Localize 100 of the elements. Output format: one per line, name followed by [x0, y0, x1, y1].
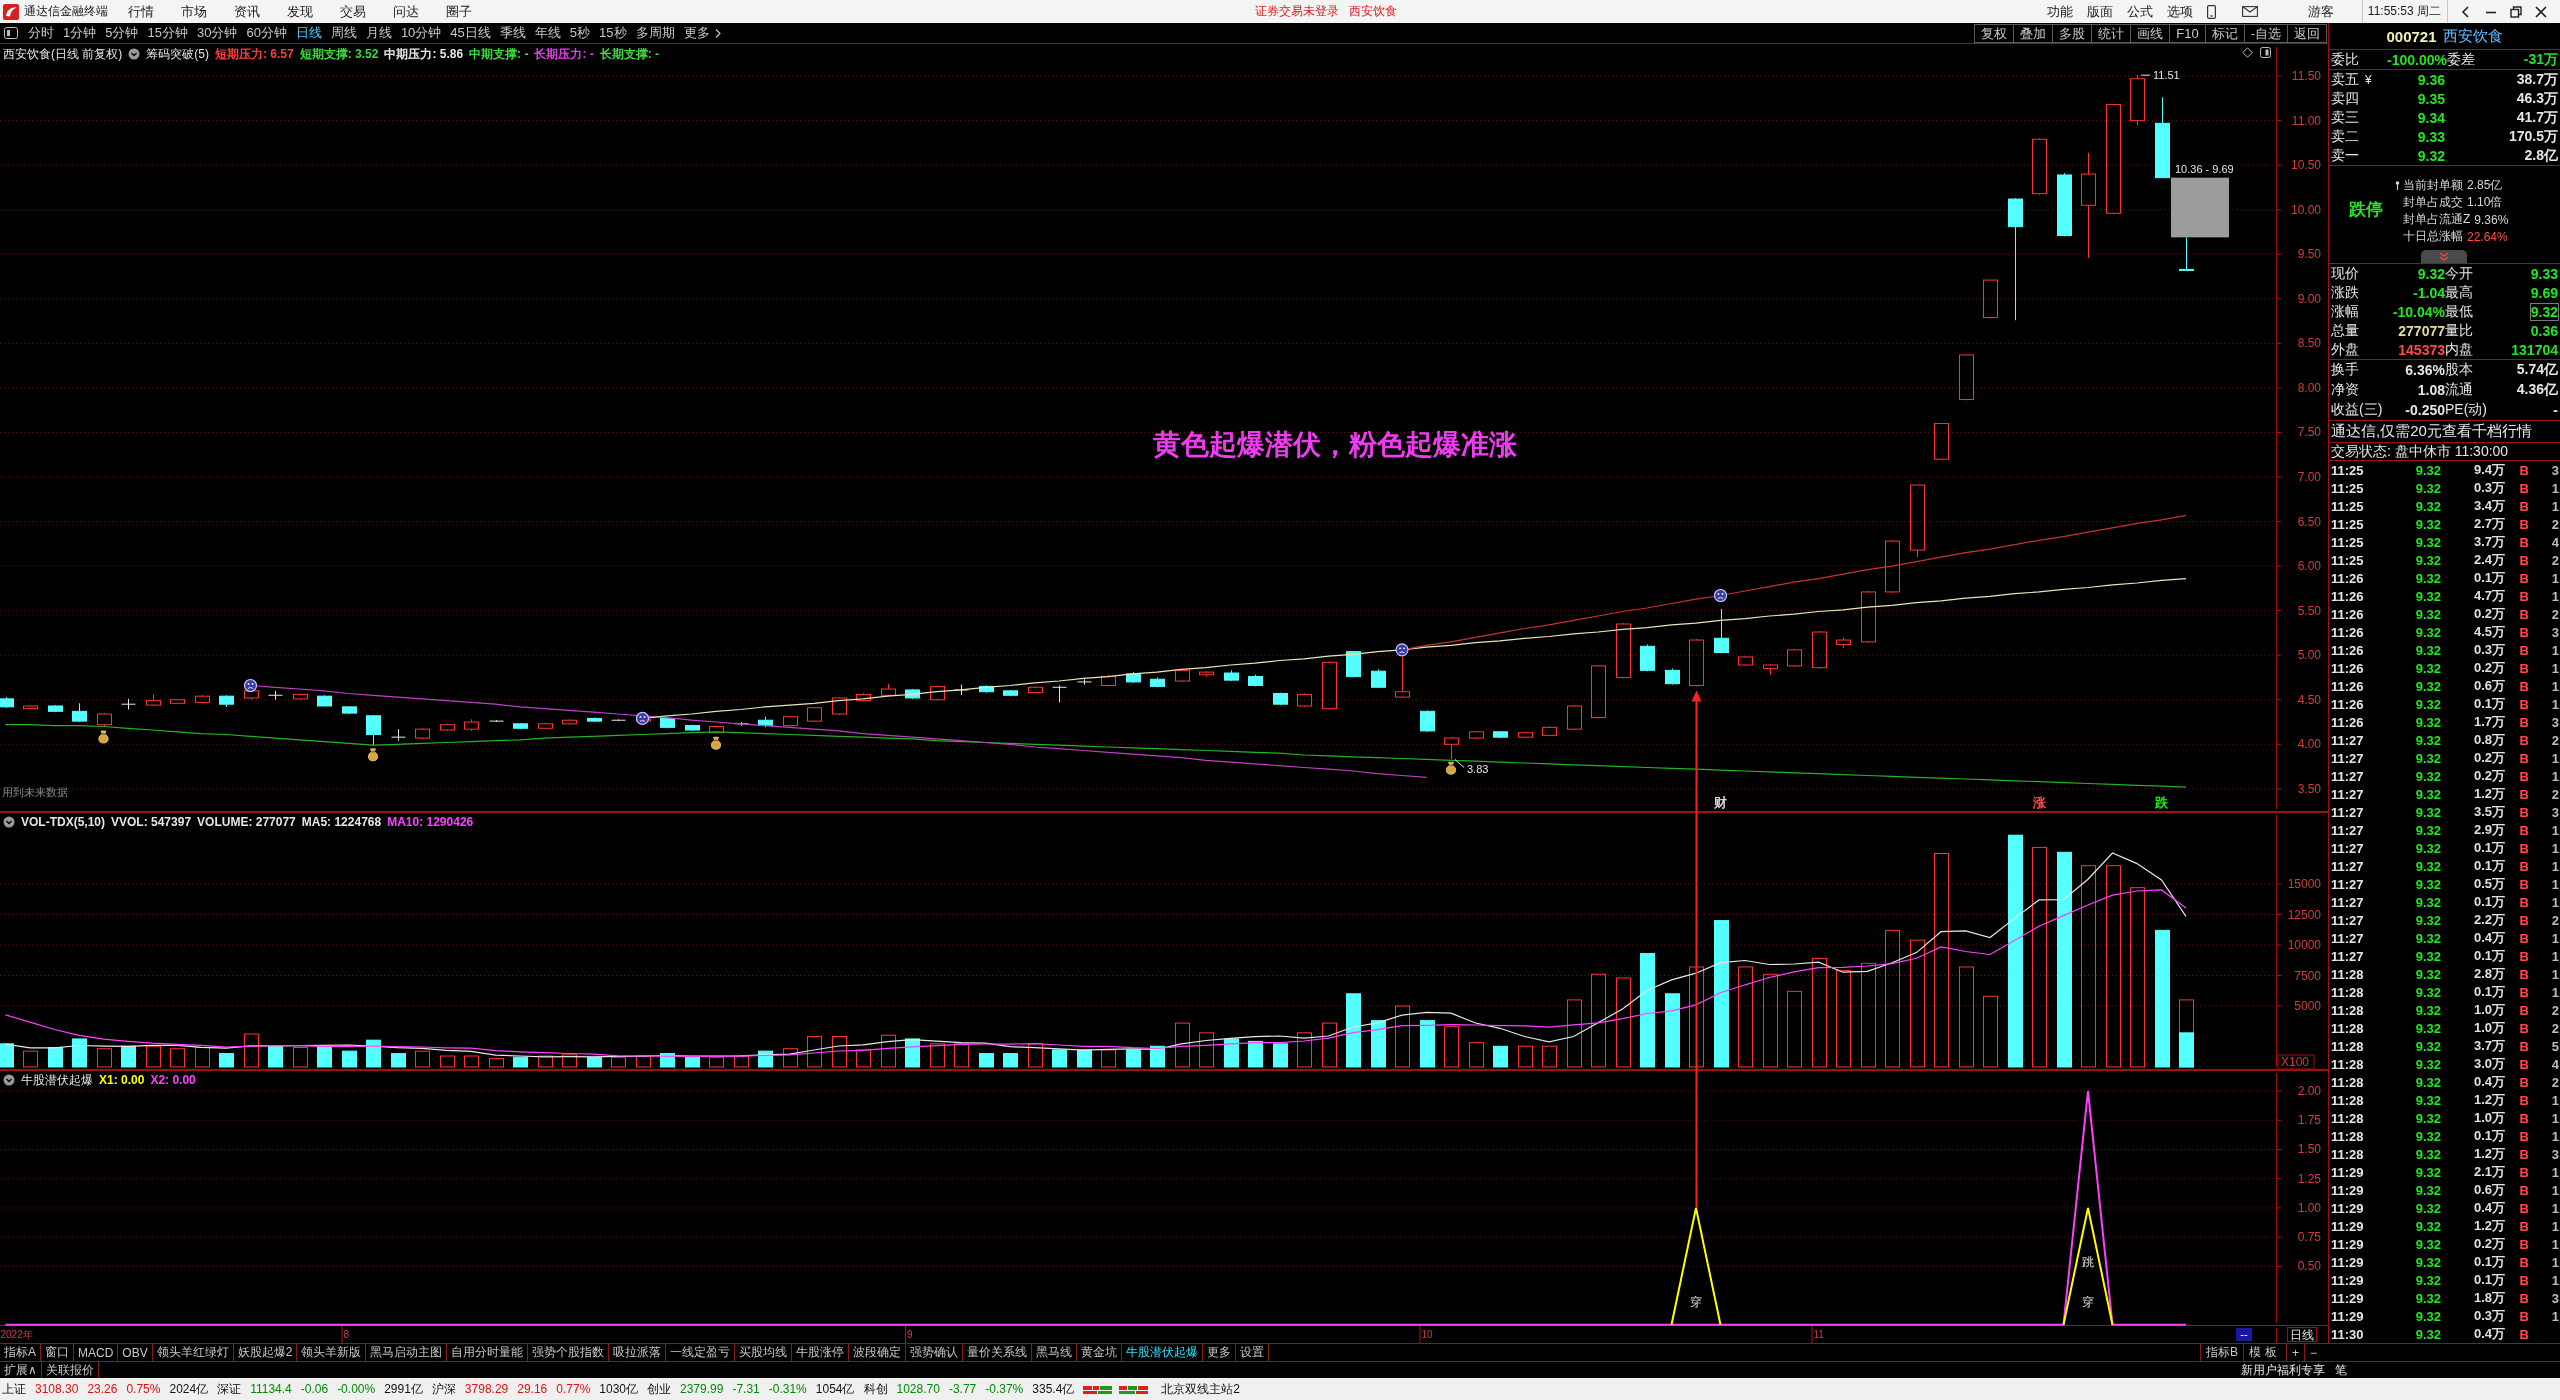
period-tab[interactable]: 日线 — [295, 24, 322, 42]
menu-item[interactable]: 资讯 — [234, 2, 260, 21]
field-value: 0.36 — [2530, 322, 2558, 339]
candlestick — [1787, 648, 1802, 668]
toolbar-button[interactable]: 标记 — [2204, 23, 2244, 43]
dropdown-circle-icon[interactable] — [3, 816, 15, 828]
trade-count: 3 — [2551, 804, 2560, 820]
close-icon[interactable] — [2535, 5, 2547, 18]
period-tab[interactable]: 月线 — [365, 24, 392, 42]
menu-item[interactable]: 功能 — [2046, 2, 2073, 21]
menu-item[interactable]: 问达 — [393, 2, 419, 21]
server-name[interactable]: 北京双线主站2 — [1161, 1380, 1240, 1398]
dropdown-circle-icon[interactable] — [128, 48, 141, 60]
index-name[interactable]: 上证 — [2, 1380, 26, 1398]
menu-item[interactable]: 公式 — [2126, 2, 2153, 21]
annotation: 3.83 — [1467, 763, 1489, 776]
index-name[interactable]: 深证 — [217, 1380, 242, 1398]
panel-toggle-icon[interactable] — [2260, 47, 2271, 58]
menu-item[interactable]: 选项 — [2166, 2, 2193, 21]
period-tab[interactable]: 季线 — [499, 24, 526, 42]
period-tab[interactable]: 45日线 — [450, 24, 491, 42]
indicator-name: 牛股潜伏起爆 — [21, 1071, 93, 1089]
indicator-tab[interactable]: 更多 — [1203, 1344, 1237, 1361]
promo-text[interactable]: 通达信,仅需20元查看千档行情 — [2331, 422, 2532, 441]
indicator-tab[interactable]: 波段确定 — [849, 1344, 907, 1361]
chevron-left-icon[interactable] — [2460, 5, 2472, 18]
field-label: 卖二 — [2331, 127, 2360, 146]
period-tab[interactable]: 15秒 — [599, 24, 627, 42]
index-name[interactable]: 创业 — [647, 1380, 671, 1398]
indicator-tab[interactable]: 领头羊新版 — [297, 1344, 367, 1361]
period-tab[interactable]: 周线 — [330, 24, 357, 42]
toolbar-button[interactable]: -自选 — [2243, 23, 2287, 43]
toolbar-button[interactable]: 叠加 — [2013, 23, 2053, 43]
restore-icon[interactable] — [2510, 5, 2522, 18]
period-tab[interactable]: 60分钟 — [246, 24, 287, 42]
toolbar-button[interactable]: 统计 — [2091, 23, 2131, 43]
indicator-tab[interactable]: 黑马启动主图 — [366, 1344, 448, 1361]
toolbar-button[interactable]: 复权 — [1974, 23, 2014, 43]
toolbar-button[interactable]: F10 — [2169, 23, 2205, 43]
period-tab[interactable]: 30分钟 — [196, 24, 238, 42]
trade-time: 11:26 — [2331, 678, 2365, 694]
period-tab[interactable]: 1分钟 — [63, 24, 97, 42]
period-tab[interactable]: 分时 — [28, 24, 54, 42]
indicator-tab[interactable]: 强势个股指数 — [528, 1344, 610, 1361]
volume-bar — [832, 1036, 847, 1068]
trade-time: 11:28 — [2331, 1146, 2365, 1162]
trade-side: B — [2519, 948, 2529, 964]
trade-volume: 0.2万 — [2473, 767, 2505, 785]
collapse-button[interactable] — [2421, 250, 2467, 263]
trade-price: 9.32 — [2415, 948, 2441, 964]
indicator-tab[interactable]: 自用分时量能 — [447, 1344, 529, 1361]
indicator-tab[interactable]: 妖股起爆2 — [233, 1344, 298, 1361]
indicator-tab[interactable]: 吸拉派落 — [609, 1344, 667, 1361]
user-link[interactable]: 游客 — [2307, 2, 2334, 21]
menu-item[interactable]: 市场 — [181, 2, 207, 21]
candlestick — [905, 688, 920, 700]
period-tab[interactable]: 多周期 — [635, 24, 675, 42]
period-tab[interactable]: 5分钟 — [105, 24, 139, 42]
indicator-tab[interactable]: 牛股涨停 — [792, 1344, 850, 1361]
menu-item[interactable]: 交易 — [340, 2, 366, 21]
indicator-tab[interactable]: 量价关系线 — [963, 1344, 1033, 1361]
mail-icon[interactable] — [2241, 6, 2258, 17]
dropdown-circle-icon[interactable] — [3, 1074, 15, 1086]
index-name[interactable]: 沪深 — [431, 1380, 456, 1398]
indicator-tab[interactable]: 黄金坑 — [1077, 1344, 1123, 1361]
indicator-tab[interactable]: 一线定盈亏 — [666, 1344, 736, 1361]
toolbar-button[interactable]: 多股 — [2052, 23, 2092, 43]
diamond-icon[interactable] — [2242, 47, 2253, 58]
indicator-tab[interactable]: 指标A — [0, 1344, 41, 1361]
toolbar-button[interactable]: 画线 — [2130, 23, 2170, 43]
indicator-tab[interactable]: 强势确认 — [906, 1344, 964, 1361]
menu-item[interactable]: 行情 — [128, 2, 154, 21]
indicator-tab[interactable]: OBV — [118, 1344, 153, 1361]
panel-toggle-icon[interactable] — [4, 27, 18, 39]
indicator-tab[interactable]: 牛股潜伏起爆 — [1122, 1344, 1204, 1361]
scroll-control[interactable]: -- — [2236, 1328, 2252, 1341]
indicator-tab[interactable]: 窗口 — [41, 1344, 74, 1361]
more-button[interactable]: 更多 — [683, 24, 721, 42]
indicator-tab[interactable]: 买股均线 — [735, 1344, 793, 1361]
period-tab[interactable]: 5秒 — [569, 24, 591, 42]
indicator-tab[interactable]: 领头羊红绿灯 — [152, 1344, 234, 1361]
indicator-tab[interactable]: MACD — [74, 1344, 119, 1361]
period-tab[interactable]: 年线 — [534, 24, 561, 42]
candlestick — [1273, 692, 1288, 706]
menu-item[interactable]: 发现 — [287, 2, 313, 21]
trade-volume: 2.9万 — [2473, 821, 2505, 839]
menu-item[interactable]: 版面 — [2086, 2, 2113, 21]
axis-label: 10.50 — [2290, 158, 2321, 173]
index-name[interactable]: 科创 — [863, 1380, 888, 1398]
period-tab[interactable]: 10分钟 — [400, 24, 442, 42]
menu-item[interactable]: 圈子 — [446, 2, 472, 21]
indicator-tab[interactable]: 设置 — [1236, 1344, 1270, 1361]
toolbar-button[interactable]: 返回 — [2287, 23, 2327, 43]
phone-icon[interactable] — [2206, 4, 2216, 19]
indicator-tab[interactable]: 黑马线 — [1032, 1344, 1078, 1361]
period-tab[interactable]: 15分钟 — [147, 24, 188, 42]
pen-tab[interactable]: 笔 — [2335, 1362, 2347, 1378]
promo-link[interactable]: 新用户福利专享 — [2241, 1362, 2325, 1378]
trade-side: B — [2519, 606, 2529, 622]
volume-bar — [1052, 1049, 1067, 1068]
